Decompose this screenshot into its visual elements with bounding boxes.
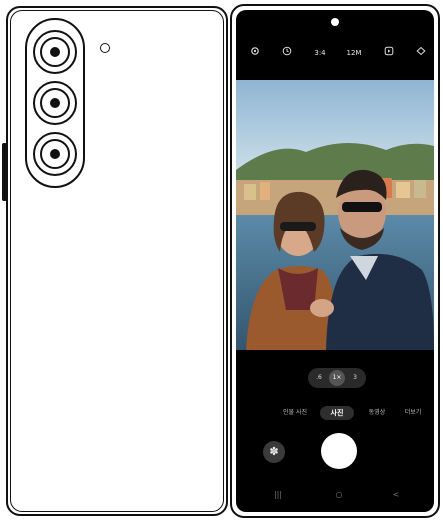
resolution-button[interactable]: 12M bbox=[344, 46, 364, 60]
system-nav-bar: ||| ○ < bbox=[236, 488, 434, 502]
zoom-option-3[interactable]: 3 bbox=[347, 370, 363, 386]
side-button bbox=[2, 143, 7, 201]
zoom-option-0-6[interactable]: .6 bbox=[311, 370, 327, 386]
mode-video[interactable]: 동영상 bbox=[366, 406, 388, 420]
recents-button[interactable]: ||| bbox=[270, 488, 286, 502]
shutter-button[interactable] bbox=[321, 433, 357, 469]
flash-led bbox=[100, 43, 110, 53]
flower-icon[interactable]: ✽ bbox=[263, 441, 285, 463]
layers-icon[interactable] bbox=[414, 46, 428, 60]
zoom-option-1x[interactable]: 1× bbox=[329, 370, 345, 386]
rear-camera-module bbox=[25, 18, 85, 188]
mode-photo[interactable]: 사진 bbox=[320, 406, 354, 420]
camera-top-bar: 3:4 12M bbox=[236, 46, 434, 62]
rear-lens-top bbox=[33, 30, 77, 74]
mode-selector: 인물 사진 사진 동영상 더보기 bbox=[236, 406, 434, 420]
rear-lens-middle bbox=[33, 81, 77, 125]
settings-icon[interactable] bbox=[248, 46, 262, 60]
zoom-selector: .6 1× 3 bbox=[308, 368, 366, 388]
aspect-ratio-button[interactable]: 3:4 bbox=[310, 46, 330, 60]
camera-screen: 3:4 12M .6 1× 3 인물 사진 사진 동영상 더보기 ✽ ||| ○… bbox=[236, 10, 434, 512]
mode-more[interactable]: 더보기 bbox=[402, 406, 424, 420]
rear-lens-bottom bbox=[33, 132, 77, 176]
motion-photo-icon[interactable] bbox=[382, 46, 396, 60]
back-button[interactable]: < bbox=[388, 488, 404, 502]
timer-icon[interactable] bbox=[280, 46, 294, 60]
mode-portrait[interactable]: 인물 사진 bbox=[280, 406, 310, 420]
front-camera-punch-hole bbox=[331, 18, 339, 26]
camera-viewfinder[interactable] bbox=[236, 80, 434, 350]
home-button[interactable]: ○ bbox=[331, 488, 347, 502]
